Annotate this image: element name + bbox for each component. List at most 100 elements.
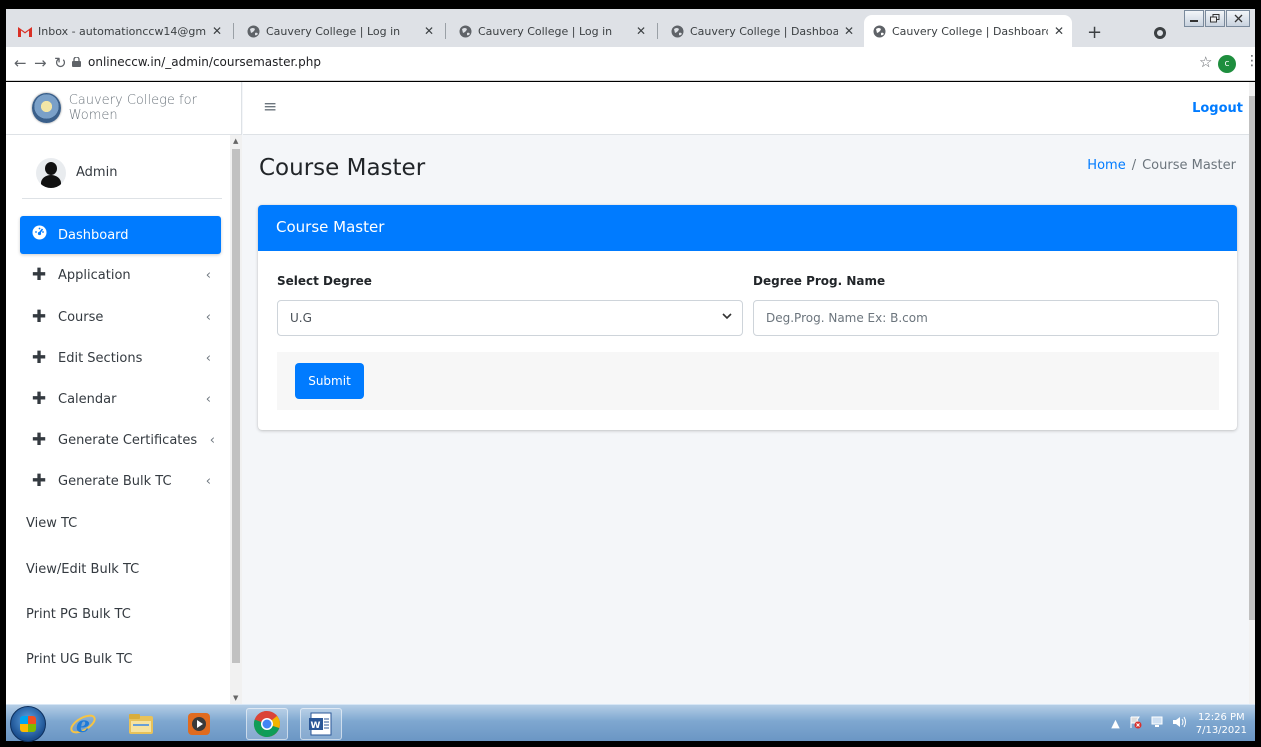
clock[interactable]: 12:26 PM 7/13/2021 (1196, 711, 1247, 737)
media-player-icon[interactable] (178, 708, 220, 740)
chevron-left-icon: ‹ (205, 391, 211, 407)
action-center-flag-icon[interactable] (1128, 715, 1142, 732)
chevron-left-icon: ‹ (205, 473, 211, 489)
plus-icon: ✚ (31, 307, 47, 327)
chevron-left-icon: ‹ (205, 267, 211, 283)
page-title: Course Master (259, 155, 426, 181)
globe-icon (872, 24, 886, 38)
breadcrumb: Home / Course Master (1087, 158, 1236, 173)
select-degree-dropdown[interactable]: U.G (277, 300, 743, 336)
page-scrollbar[interactable] (1249, 82, 1255, 704)
windows-taskbar: e W ▲ 12:26 PM 7/13/2021 (6, 704, 1255, 742)
forward-arrow-icon[interactable]: → (34, 54, 47, 72)
close-window-button[interactable] (1226, 10, 1250, 27)
card-footer: Submit (277, 352, 1219, 410)
close-icon[interactable]: ✕ (1054, 24, 1064, 38)
breadcrumb-current: Course Master (1142, 158, 1236, 173)
degree-prog-name-input[interactable]: Deg.Prog. Name Ex: B.com (753, 300, 1219, 336)
degree-prog-name-label: Degree Prog. Name (753, 274, 886, 288)
hamburger-menu-icon[interactable]: ≡ (263, 97, 277, 117)
sidebar-item-view-tc[interactable]: View TC (20, 504, 221, 542)
globe-icon (458, 24, 472, 38)
svg-text:W: W (311, 721, 321, 731)
gmail-icon (18, 24, 32, 38)
tab-gmail-inbox[interactable]: Inbox - automationccw14@gm ✕ (10, 15, 230, 47)
breadcrumb-home-link[interactable]: Home (1087, 158, 1125, 173)
new-tab-button[interactable]: + (1087, 22, 1102, 43)
sidebar-item-edit-sections[interactable]: ✚ Edit Sections ‹ (20, 339, 221, 377)
tab-dashboard-1[interactable]: Cauvery College | Dashboard ✕ (662, 15, 862, 47)
sidebar-item-generate-certificates[interactable]: ✚ Generate Certificates ‹ (20, 421, 221, 459)
sidebar-item-generate-bulk-tc[interactable]: ✚ Generate Bulk TC ‹ (20, 462, 221, 500)
sidebar-item-course[interactable]: ✚ Course ‹ (20, 298, 221, 336)
menu-kebab-icon[interactable]: ⋮ (1245, 53, 1259, 69)
page-scroll-thumb[interactable] (1249, 96, 1255, 620)
brand[interactable]: Cauvery College for Women (6, 82, 242, 135)
top-navbar: ≡ Logout (243, 82, 1255, 135)
close-icon[interactable]: ✕ (636, 24, 646, 38)
sidebar-scroll-thumb[interactable] (232, 149, 240, 663)
breadcrumb-separator: / (1131, 158, 1137, 173)
show-hidden-icons-icon[interactable]: ▲ (1111, 717, 1119, 730)
chevron-down-icon (722, 312, 732, 323)
sidebar-item-print-pg-bulk-tc[interactable]: Print PG Bulk TC (20, 595, 221, 633)
lock-icon (72, 57, 81, 67)
address-bar[interactable]: onlineccw.in/_admin/coursemaster.php (88, 55, 321, 69)
scroll-down-icon[interactable]: ▼ (233, 694, 238, 702)
reload-icon[interactable]: ↻ (54, 54, 67, 72)
tab-separator (445, 23, 446, 39)
scroll-up-icon[interactable]: ▲ (233, 137, 238, 145)
globe-icon (670, 24, 684, 38)
plus-icon: ✚ (31, 389, 47, 409)
close-icon[interactable]: ✕ (844, 24, 854, 38)
clock-time: 12:26 PM (1198, 711, 1245, 723)
plus-icon: ✚ (31, 265, 47, 285)
minimize-button[interactable] (1184, 10, 1204, 27)
sidebar-item-application[interactable]: ✚ Application ‹ (20, 256, 221, 294)
start-button[interactable] (10, 706, 46, 742)
plus-icon: ✚ (31, 471, 47, 491)
select-degree-value: U.G (290, 311, 312, 325)
user-avatar-icon (36, 157, 66, 188)
globe-icon (246, 24, 260, 38)
submit-button[interactable]: Submit (295, 363, 364, 399)
profile-avatar[interactable]: c (1218, 55, 1236, 73)
card-title: Course Master (276, 218, 385, 236)
sidebar-item-dashboard[interactable]: Dashboard (20, 216, 221, 254)
file-explorer-icon[interactable] (120, 708, 162, 740)
degree-prog-name-placeholder: Deg.Prog. Name Ex: B.com (766, 311, 928, 325)
bookmark-star-icon[interactable]: ☆ (1199, 53, 1212, 71)
dashboard-icon (30, 225, 48, 245)
tab-separator (233, 23, 234, 39)
plus-icon: ✚ (31, 430, 47, 450)
back-arrow-icon[interactable]: ← (14, 54, 27, 72)
word-icon[interactable]: W (300, 708, 342, 740)
chevron-left-icon: ‹ (209, 432, 215, 448)
tab-dashboard-active[interactable]: Cauvery College | Dashboard ✕ (864, 15, 1072, 47)
sidebar-item-calendar[interactable]: ✚ Calendar ‹ (20, 380, 221, 418)
close-icon[interactable]: ✕ (212, 24, 222, 38)
course-master-card: Course Master Select Degree Degree Prog.… (258, 205, 1237, 430)
logout-link[interactable]: Logout (1192, 101, 1243, 116)
sidebar-item-view-edit-bulk-tc[interactable]: View/Edit Bulk TC (20, 550, 221, 588)
user-panel[interactable]: Admin (22, 147, 222, 199)
system-tray: ▲ 12:26 PM 7/13/2021 (1111, 705, 1255, 742)
close-icon[interactable]: ✕ (424, 24, 434, 38)
volume-icon[interactable] (1172, 715, 1188, 732)
network-icon[interactable] (1150, 715, 1164, 732)
ie-icon[interactable]: e (62, 708, 104, 740)
tab-login-1[interactable]: Cauvery College | Log in ✕ (238, 15, 442, 47)
browser-tab-strip: Inbox - automationccw14@gm ✕ Cauvery Col… (6, 9, 1255, 47)
chrome-profile-icon[interactable] (1154, 27, 1166, 39)
chevron-left-icon: ‹ (205, 309, 211, 325)
sidebar: Cauvery College for Women Admin Dashboar… (6, 82, 242, 704)
restore-button[interactable] (1205, 10, 1225, 27)
chevron-left-icon: ‹ (205, 350, 211, 366)
sidebar-item-print-ug-bulk-tc[interactable]: Print UG Bulk TC (20, 640, 221, 678)
svg-text:e: e (76, 712, 90, 738)
user-name: Admin (76, 165, 118, 180)
chrome-icon[interactable] (246, 708, 288, 740)
tab-login-2[interactable]: Cauvery College | Log in ✕ (450, 15, 654, 47)
clock-date: 7/13/2021 (1195, 724, 1247, 736)
sidebar-scrollbar[interactable]: ▲ ▼ (230, 135, 242, 704)
